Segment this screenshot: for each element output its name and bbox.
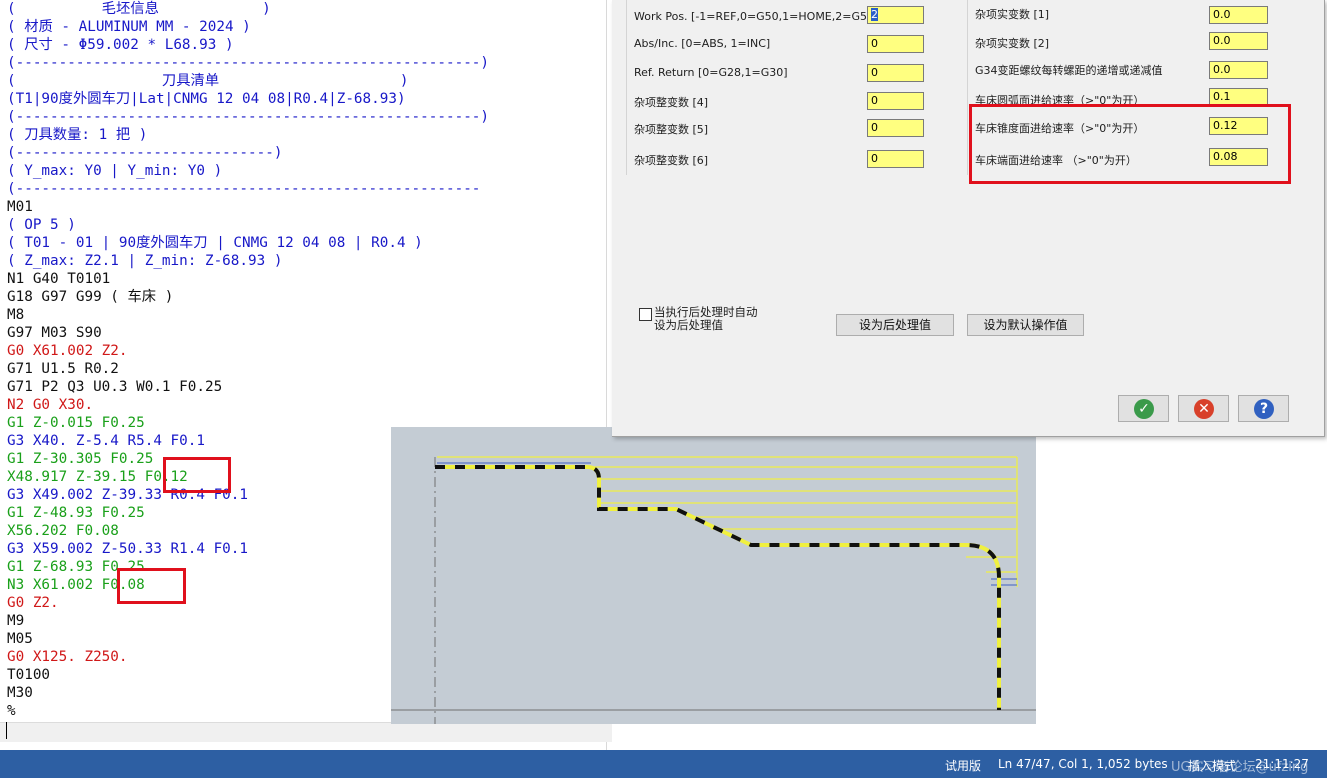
input-g34-pitch[interactable]: 0.0 (1209, 61, 1268, 79)
code-line[interactable]: G97 M03 S90 (7, 324, 489, 342)
label-misc-int-5: 杂项整变数 [5] (634, 123, 709, 136)
toolpath-graphic (391, 427, 1036, 724)
auto-set-checkbox-label: 当执行后处理时自动 设为后处理值 (654, 306, 758, 332)
code-line[interactable]: ( 毛坯信息 ) (7, 0, 489, 18)
input-misc-int-6[interactable]: 0 (867, 150, 924, 168)
code-line[interactable]: N2 G0 X30. (7, 396, 489, 414)
code-line[interactable]: (---------------------------------------… (7, 54, 489, 72)
input-misc-int-5[interactable]: 0 (867, 119, 924, 137)
highlight-box-feed-rates (969, 104, 1291, 184)
help-icon: ? (1254, 399, 1274, 419)
code-line[interactable]: M8 (7, 306, 489, 324)
dialog-middle-border (967, 0, 968, 175)
dialog-left-border (626, 0, 627, 175)
code-line[interactable]: G71 U1.5 R0.2 (7, 360, 489, 378)
code-line[interactable]: (T1|90度外圆车刀|Lat|CNMG 12 04 08|R0.4|Z-68.… (7, 90, 489, 108)
code-line[interactable]: ( 材质 - ALUMINUM MM - 2024 ) (7, 18, 489, 36)
label-misc-int-6: 杂项整变数 [6] (634, 154, 709, 167)
label-misc-real-2: 杂项实变数 [2] (975, 37, 1050, 50)
set-default-value-button[interactable]: 设为默认操作值 (967, 314, 1084, 336)
input-ref-return[interactable]: 0 (867, 64, 924, 82)
label-abs-inc: Abs/Inc. [0=ABS, 1=INC] (634, 37, 771, 50)
ok-button[interactable]: ✓ (1118, 395, 1169, 422)
code-line[interactable]: ( Z_max: Z2.1 | Z_min: Z-68.93 ) (7, 252, 489, 270)
horizontal-scrollbar[interactable] (0, 722, 612, 742)
label-misc-real-1: 杂项实变数 [1] (975, 8, 1050, 21)
set-post-value-button[interactable]: 设为后处理值 (836, 314, 954, 336)
status-bar: 试用版 Ln 47/47, Col 1, 1,052 bytes 插入模式 21… (0, 750, 1327, 778)
code-line[interactable]: M01 (7, 198, 489, 216)
checkbox-label-line-2: 设为后处理值 (654, 318, 723, 332)
auto-set-checkbox[interactable] (639, 308, 652, 321)
input-work-pos[interactable]: 2 (867, 6, 924, 24)
code-line[interactable]: ( 尺寸 - Φ59.002 * L68.93 ) (7, 36, 489, 54)
cancel-button[interactable]: ✕ (1178, 395, 1229, 422)
code-line[interactable]: ( 刀具清单 ) (7, 72, 489, 90)
ok-icon: ✓ (1134, 399, 1154, 419)
help-button[interactable]: ? (1238, 395, 1289, 422)
highlight-box-f012 (163, 457, 231, 493)
label-misc-int-4: 杂项整变数 [4] (634, 96, 709, 109)
toolpath-viewport[interactable] (391, 427, 1036, 724)
code-line[interactable]: G0 X61.002 Z2. (7, 342, 489, 360)
text-cursor (6, 722, 7, 739)
label-work-pos: Work Pos. [-1=REF,0=G50,1=HOME,2=G54s] (634, 10, 885, 23)
highlight-box-f008 (117, 568, 186, 604)
input-misc-real-2[interactable]: 0.0 (1209, 32, 1268, 50)
input-abs-inc[interactable]: 0 (867, 35, 924, 53)
label-ref-return: Ref. Return [0=G28,1=G30] (634, 66, 788, 79)
status-position: Ln 47/47, Col 1, 1,052 bytes (998, 757, 1168, 771)
code-line[interactable]: G18 G97 G99 ( 车床 ) (7, 288, 489, 306)
code-line[interactable]: (---------------------------------------… (7, 180, 489, 198)
code-line[interactable]: N1 G40 T0101 (7, 270, 489, 288)
code-line[interactable]: ( OP 5 ) (7, 216, 489, 234)
code-line[interactable]: ( 刀具数量: 1 把 ) (7, 126, 489, 144)
label-g34-pitch: G34变距螺纹每转螺距的递增或递减值 (975, 64, 1163, 77)
code-line[interactable]: (---------------------------------------… (7, 108, 489, 126)
post-processor-dialog: Work Pos. [-1=REF,0=G50,1=HOME,2=G54s] 2… (612, 0, 1325, 437)
watermark-text: UG实习者论坛@ufzing (1171, 760, 1309, 775)
input-misc-int-4[interactable]: 0 (867, 92, 924, 110)
code-line[interactable]: ( T01 - 01 | 90度外圆车刀 | CNMG 12 04 08 | R… (7, 234, 489, 252)
input-misc-real-1[interactable]: 0.0 (1209, 6, 1268, 24)
code-line[interactable]: ( Y_max: Y0 | Y_min: Y0 ) (7, 162, 489, 180)
code-line[interactable]: G71 P2 Q3 U0.3 W0.1 F0.25 (7, 378, 489, 396)
status-trial: 试用版 (945, 759, 982, 773)
cancel-icon: ✕ (1194, 399, 1214, 419)
code-line[interactable]: (------------------------------) (7, 144, 489, 162)
